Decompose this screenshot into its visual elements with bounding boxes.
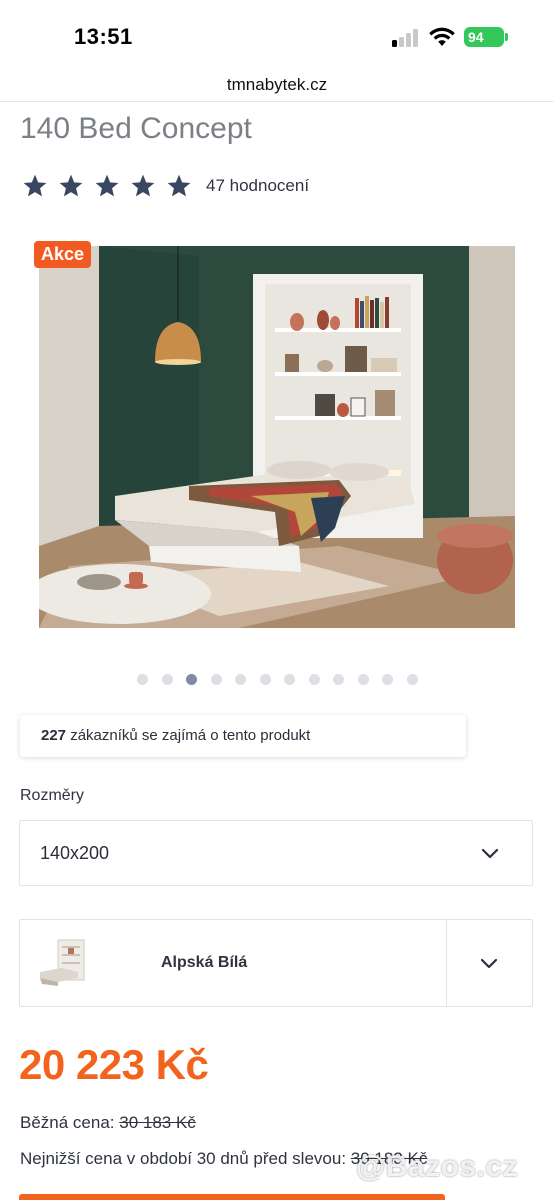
title-area: 140 Bed Concept xyxy=(0,103,554,155)
battery-level: 94 xyxy=(468,29,484,45)
add-to-cart-button[interactable] xyxy=(19,1194,445,1200)
interest-notice: 227 zákazníků se zajímá o tento produkt xyxy=(20,715,466,757)
color-selected-value: Alpská Bílá xyxy=(161,954,248,971)
gallery-dot[interactable] xyxy=(259,674,271,685)
dimensions-select[interactable]: 140x200 xyxy=(19,820,533,886)
product-rating[interactable]: 47 hodnocení xyxy=(22,172,309,200)
gallery-dot[interactable] xyxy=(357,674,369,685)
dimensions-selected-value: 140x200 xyxy=(40,843,110,863)
lowest-price-label: Nejnižší cena v období 30 dnů před slevo… xyxy=(20,1149,351,1168)
gallery-dot[interactable] xyxy=(210,674,222,685)
star-icon xyxy=(95,174,119,197)
regular-price-label: Běžná cena: xyxy=(20,1113,120,1132)
battery-indicator: 94 xyxy=(464,27,508,47)
color-select[interactable]: Alpská Bílá xyxy=(19,919,533,1007)
rating-count[interactable]: 47 hodnocení xyxy=(206,176,309,196)
gallery-dot[interactable] xyxy=(186,674,197,685)
star-icon xyxy=(131,174,155,197)
cellular-signal-icon xyxy=(392,29,422,47)
interest-count: 227 xyxy=(41,727,67,744)
star-icon xyxy=(167,174,191,197)
gallery-dot[interactable] xyxy=(235,674,246,685)
product-title: 140 Bed Concept xyxy=(20,112,252,145)
color-thumbnail-image xyxy=(40,939,85,986)
sale-badge: Akce xyxy=(34,241,92,268)
chevron-down-icon[interactable] xyxy=(480,958,498,970)
url-text: tmnabytek.cz xyxy=(226,75,328,94)
gallery-dot[interactable] xyxy=(333,674,344,685)
regular-price-value: 30 183 Kč xyxy=(119,1113,196,1132)
gallery-dot[interactable] xyxy=(137,674,148,685)
product-image[interactable] xyxy=(39,246,515,628)
chevron-down-icon xyxy=(481,848,499,859)
dimensions-label: Rozměry xyxy=(20,787,85,804)
gallery-dot[interactable] xyxy=(308,674,320,685)
watermark: @Bazos.cz xyxy=(356,1150,519,1183)
current-price: 20 223 Kč xyxy=(19,1041,209,1088)
wifi-icon xyxy=(429,27,455,46)
gallery-pagination[interactable] xyxy=(137,674,431,685)
regular-price: Běžná cena: 30 183 Kč xyxy=(20,1113,196,1133)
gallery-dot[interactable] xyxy=(406,674,418,685)
browser-url-bar[interactable]: tmnabytek.cz xyxy=(0,72,554,102)
status-bar: 13:51 94 xyxy=(0,0,554,72)
star-icon xyxy=(59,174,83,197)
product-photo xyxy=(39,246,515,628)
color-select-divider xyxy=(446,920,447,1006)
gallery-dot[interactable] xyxy=(284,674,295,685)
interest-text: zákazníků se zajímá o tento produkt xyxy=(66,727,311,744)
gallery-dot[interactable] xyxy=(382,674,393,685)
gallery-dot[interactable] xyxy=(161,674,173,685)
status-time: 13:51 xyxy=(74,24,133,49)
star-icon xyxy=(23,174,47,197)
